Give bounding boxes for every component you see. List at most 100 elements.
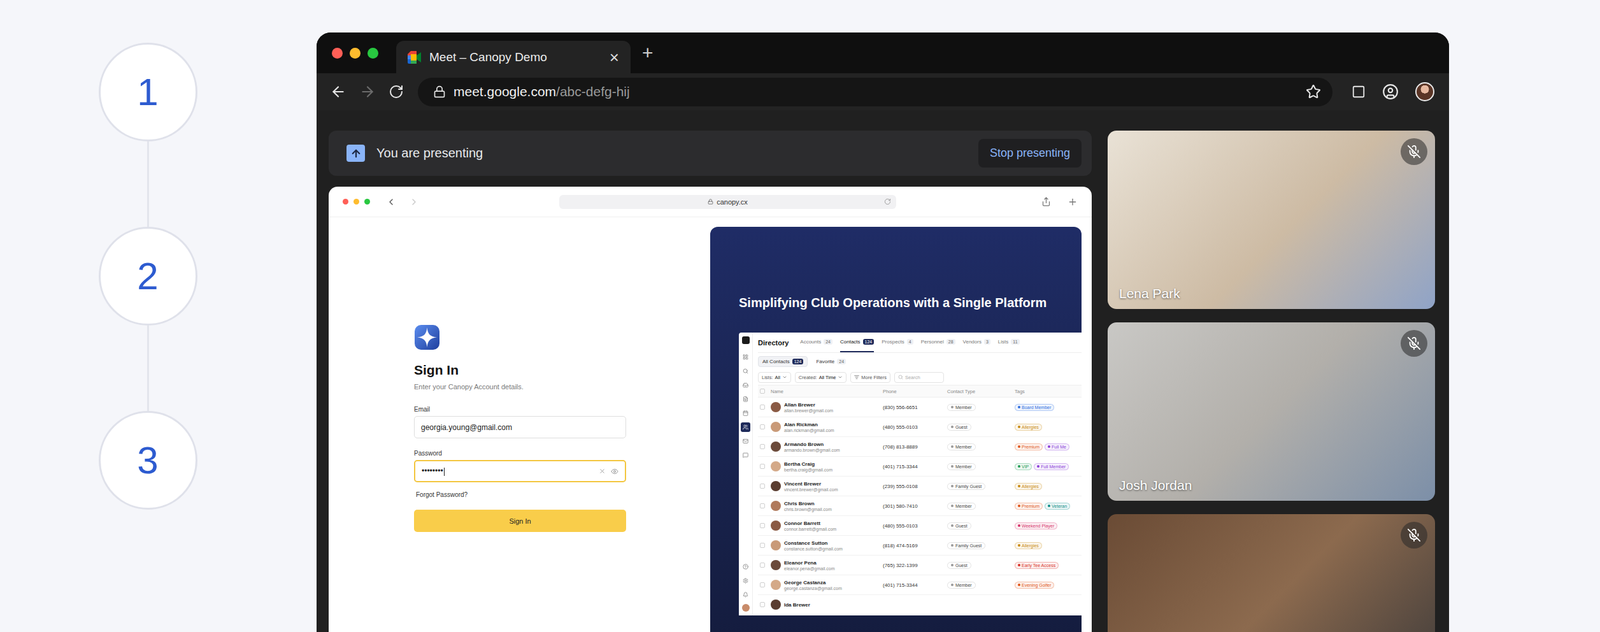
browser-tab[interactable]: Meet – Canopy Demo× xyxy=(396,40,631,74)
table-row[interactable]: Eleanor Penaeleanor.pena@gmail.com(765) … xyxy=(757,555,1082,576)
table-row[interactable]: Alan Rickmanalan.rickman@gmail.com(480) … xyxy=(757,417,1082,437)
inner-nav xyxy=(385,196,420,208)
forgot-password-link[interactable]: Forgot Password? xyxy=(415,491,627,499)
address-bar[interactable]: meet.google.com/abc-defg-hij xyxy=(417,77,1333,107)
contact-type-badge: Member xyxy=(947,443,976,451)
show-password-eye-icon[interactable] xyxy=(610,467,619,476)
user-avatar[interactable] xyxy=(1415,82,1435,102)
directory-search[interactable]: Search xyxy=(894,371,944,383)
participant-tile[interactable]: Josh Jordan xyxy=(1107,322,1436,501)
filter-button[interactable]: Lists:All xyxy=(757,371,792,383)
directory-sidebar xyxy=(738,332,753,616)
table-row[interactable]: Ida Brewer xyxy=(757,594,1082,615)
row-checkbox[interactable] xyxy=(759,601,765,608)
minimize-window-button[interactable] xyxy=(349,47,361,59)
table-row[interactable]: Connor Barrettconnor.barrett@gmail.com(4… xyxy=(757,515,1082,536)
sign-in-button[interactable]: Sign In xyxy=(414,509,627,532)
sidebar-item[interactable] xyxy=(740,436,751,446)
directory-tab[interactable]: Lists11 xyxy=(998,332,1020,353)
directory-tab[interactable]: Contacts124 xyxy=(840,332,874,353)
table-row[interactable]: Allan Brewerallan.brewer@gmail.com(830) … xyxy=(757,397,1082,418)
column-header[interactable]: Name xyxy=(770,388,879,395)
directory-tab[interactable]: Personnel28 xyxy=(921,332,956,353)
notifications-item[interactable] xyxy=(740,589,751,600)
row-checkbox[interactable] xyxy=(759,424,765,430)
filter-icon xyxy=(854,374,860,380)
inner-address-bar[interactable]: canopy.cx xyxy=(559,194,897,209)
inner-forward-button[interactable] xyxy=(408,196,420,208)
table-row[interactable]: Bertha Craigbertha.craig@gmail.com(401) … xyxy=(757,456,1082,477)
presentation-column: You are presentingStop presentingcanopy.… xyxy=(328,130,1092,632)
text-caret xyxy=(443,467,445,476)
mic-status xyxy=(1400,329,1428,357)
lock-icon xyxy=(433,85,446,99)
table-row[interactable]: Armando Brownarmando.brown@gmail.com(708… xyxy=(757,436,1082,457)
contact-type-badge: Member xyxy=(947,463,976,471)
contact-name: Armando Brown xyxy=(784,441,841,448)
row-checkbox[interactable] xyxy=(759,463,765,469)
sidebar-item[interactable] xyxy=(740,366,751,376)
tab-close-button[interactable]: × xyxy=(609,49,620,66)
directory-tab[interactable]: Prospects4 xyxy=(881,332,913,353)
maximize-window-button[interactable] xyxy=(367,47,379,59)
tag: Premium xyxy=(1014,443,1043,451)
clear-icon[interactable] xyxy=(598,467,606,475)
password-input[interactable]: •••••••• xyxy=(414,459,627,483)
present-upload-icon xyxy=(350,147,362,160)
row-checkbox[interactable] xyxy=(759,582,765,588)
reload-button[interactable] xyxy=(388,84,404,100)
contact-phone: (480) 555-0103 xyxy=(882,424,944,430)
forward-button[interactable] xyxy=(359,83,376,100)
browser-toolbar: meet.google.com/abc-defg-hij xyxy=(316,73,1450,111)
row-checkbox[interactable] xyxy=(759,503,765,509)
sidebar-item[interactable] xyxy=(740,408,751,418)
row-checkbox[interactable] xyxy=(759,443,765,450)
row-checkbox[interactable] xyxy=(759,562,765,568)
row-checkbox[interactable] xyxy=(759,483,765,489)
participant-tile[interactable] xyxy=(1107,514,1436,632)
profile-icon[interactable] xyxy=(1382,83,1399,100)
inner-new-tab-icon[interactable] xyxy=(1067,196,1078,208)
row-checkbox[interactable] xyxy=(759,404,765,410)
row-checkbox[interactable] xyxy=(759,522,765,529)
new-tab-button[interactable]: + xyxy=(642,43,654,63)
view-pill[interactable]: All Contacts124 xyxy=(757,356,808,367)
contact-phone: (401) 715-3344 xyxy=(882,582,944,588)
select-all-checkbox[interactable] xyxy=(759,388,765,394)
sidebar-item[interactable] xyxy=(740,352,751,362)
name-cell: Chris Brownchris.brown@gmail.com xyxy=(770,500,879,512)
table-row[interactable]: Constance Suttonconstance.sutton@gmail.c… xyxy=(757,535,1082,556)
row-checkbox[interactable] xyxy=(759,542,765,548)
back-button[interactable] xyxy=(329,83,347,100)
inner-minimize-dot[interactable] xyxy=(353,198,360,205)
inner-reload-button[interactable] xyxy=(884,198,892,206)
sidebar-item[interactable] xyxy=(740,394,751,404)
sidebar-avatar[interactable] xyxy=(742,603,750,612)
settings-item[interactable] xyxy=(740,575,751,586)
participant-tile[interactable]: Lena Park xyxy=(1107,130,1436,309)
table-row[interactable]: George Castanzageorge.castanza@gmail.com… xyxy=(757,575,1082,595)
column-header[interactable]: Tags xyxy=(1014,388,1082,395)
filter-button[interactable]: Created:All Time xyxy=(794,371,847,383)
stop-presenting-button[interactable]: Stop presenting xyxy=(978,138,1082,168)
column-header[interactable]: Contact Type xyxy=(947,388,1011,395)
bookmark-star-icon[interactable] xyxy=(1305,84,1322,100)
sidebar-item[interactable] xyxy=(740,450,751,460)
table-row[interactable]: Chris Brownchris.brown@gmail.com(301) 58… xyxy=(757,496,1082,516)
column-header[interactable]: Phone xyxy=(882,388,944,395)
inner-close-dot[interactable] xyxy=(342,198,349,205)
inner-back-button[interactable] xyxy=(385,196,397,208)
close-window-button[interactable] xyxy=(331,47,343,59)
side-panel-icon[interactable] xyxy=(1351,84,1366,99)
view-pill[interactable]: Favorite24 xyxy=(811,356,851,367)
directory-tab[interactable]: Accounts24 xyxy=(800,332,833,353)
directory-tab[interactable]: Vendors3 xyxy=(963,332,991,353)
inner-maximize-dot[interactable] xyxy=(364,198,371,205)
share-icon[interactable] xyxy=(1041,196,1051,207)
email-input[interactable]: georgia.young@gmail.com xyxy=(414,415,627,439)
filter-button[interactable]: More Filters xyxy=(850,371,891,383)
sidebar-item[interactable] xyxy=(740,422,751,432)
help-item[interactable] xyxy=(740,561,751,572)
table-row[interactable]: Vincent Brewervincent.brewer@gmail.com(2… xyxy=(757,476,1082,497)
sidebar-item[interactable] xyxy=(740,380,751,390)
